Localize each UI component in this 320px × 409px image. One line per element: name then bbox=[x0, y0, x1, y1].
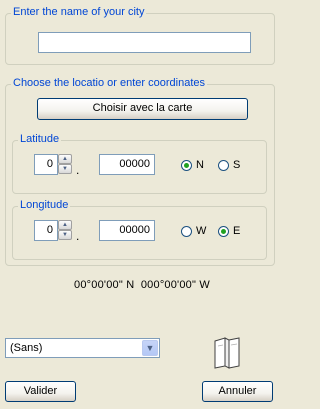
latitude-spin[interactable]: ▲ ▼ bbox=[58, 154, 72, 175]
longitude-spin[interactable]: ▲ ▼ bbox=[58, 220, 72, 241]
longitude-label-e: E bbox=[233, 225, 241, 237]
locate-group: Choose the locatio or enter coordinates … bbox=[5, 77, 275, 266]
chevron-down-icon[interactable]: ▼ bbox=[142, 340, 158, 356]
choose-on-map-button[interactable]: Choisir avec la carte bbox=[37, 98, 248, 120]
preset-select[interactable]: (Sans) ▼ bbox=[5, 338, 160, 358]
spin-down-icon[interactable]: ▼ bbox=[58, 164, 72, 174]
cancel-button[interactable]: Annuler bbox=[202, 381, 273, 402]
city-group: Enter the name of your city bbox=[5, 6, 275, 65]
latitude-radio-n[interactable] bbox=[181, 160, 192, 171]
latitude-label-s: S bbox=[233, 159, 241, 171]
latitude-label-n: N bbox=[196, 159, 204, 171]
spin-up-icon[interactable]: ▲ bbox=[58, 154, 72, 164]
latitude-degrees-input[interactable]: 0 bbox=[34, 154, 58, 175]
longitude-radio-w[interactable] bbox=[181, 226, 192, 237]
coordinates-readout: 00°00'00" N 000°00'00" W bbox=[74, 279, 210, 291]
latitude-radio-s[interactable] bbox=[218, 160, 229, 171]
longitude-radio-e[interactable] bbox=[218, 226, 229, 237]
city-legend: Enter the name of your city bbox=[11, 6, 147, 18]
longitude-separator: . bbox=[76, 229, 80, 243]
longitude-label-w: W bbox=[196, 225, 207, 237]
preset-select-value: (Sans) bbox=[10, 342, 43, 354]
longitude-minutes-input[interactable]: 00000 bbox=[99, 220, 155, 241]
longitude-degrees-input[interactable]: 0 bbox=[34, 220, 58, 241]
longitude-legend: Longitude bbox=[18, 199, 71, 211]
latitude-legend: Latitude bbox=[18, 133, 62, 145]
locate-legend: Choose the locatio or enter coordinates bbox=[11, 77, 208, 89]
spin-up-icon[interactable]: ▲ bbox=[58, 220, 72, 230]
latitude-minutes-input[interactable]: 00000 bbox=[99, 154, 155, 175]
latitude-group: Latitude 0 ▲ ▼ . 00000 N S bbox=[12, 133, 267, 194]
map-book-icon[interactable] bbox=[212, 336, 242, 370]
spin-down-icon[interactable]: ▼ bbox=[58, 230, 72, 240]
validate-button[interactable]: Valider bbox=[5, 381, 76, 402]
city-input[interactable] bbox=[38, 32, 251, 53]
latitude-separator: . bbox=[76, 163, 80, 177]
longitude-group: Longitude 0 ▲ ▼ . 00000 W E bbox=[12, 199, 267, 260]
